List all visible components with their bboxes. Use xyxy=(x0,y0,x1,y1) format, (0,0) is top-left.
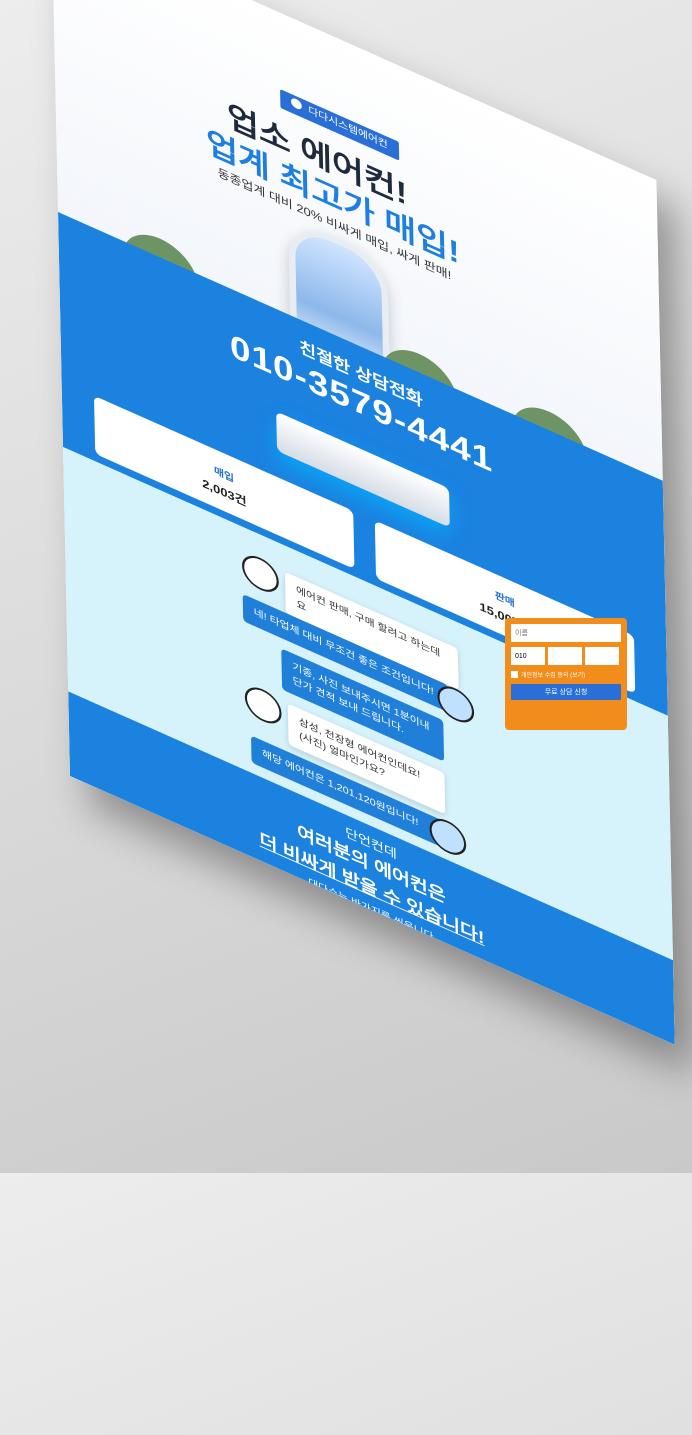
privacy-agree-label: 개인정보 수집 동의 (보기) xyxy=(521,673,586,679)
customer-avatar-icon xyxy=(241,549,280,598)
consult-form: 개인정보 수집 동의 (보기) 무료 상담 신청 xyxy=(505,618,627,730)
phone-prefix-select[interactable] xyxy=(511,647,545,665)
phone-last-input[interactable] xyxy=(585,647,619,665)
privacy-agree[interactable]: 개인정보 수집 동의 (보기) xyxy=(511,670,621,679)
checkbox-icon[interactable] xyxy=(511,671,518,678)
name-input[interactable] xyxy=(511,624,621,642)
landing-sheet: 다다시스템에어컨 업소 에어컨! 업계 최고가 매입! 동종업계 대비 20% … xyxy=(51,0,675,1045)
phone-mid-input[interactable] xyxy=(548,647,582,665)
phone-row xyxy=(511,647,621,665)
customer-avatar-icon xyxy=(244,681,282,730)
brand-logo-icon xyxy=(290,96,302,111)
submit-button[interactable]: 무료 상담 신청 xyxy=(511,684,621,700)
